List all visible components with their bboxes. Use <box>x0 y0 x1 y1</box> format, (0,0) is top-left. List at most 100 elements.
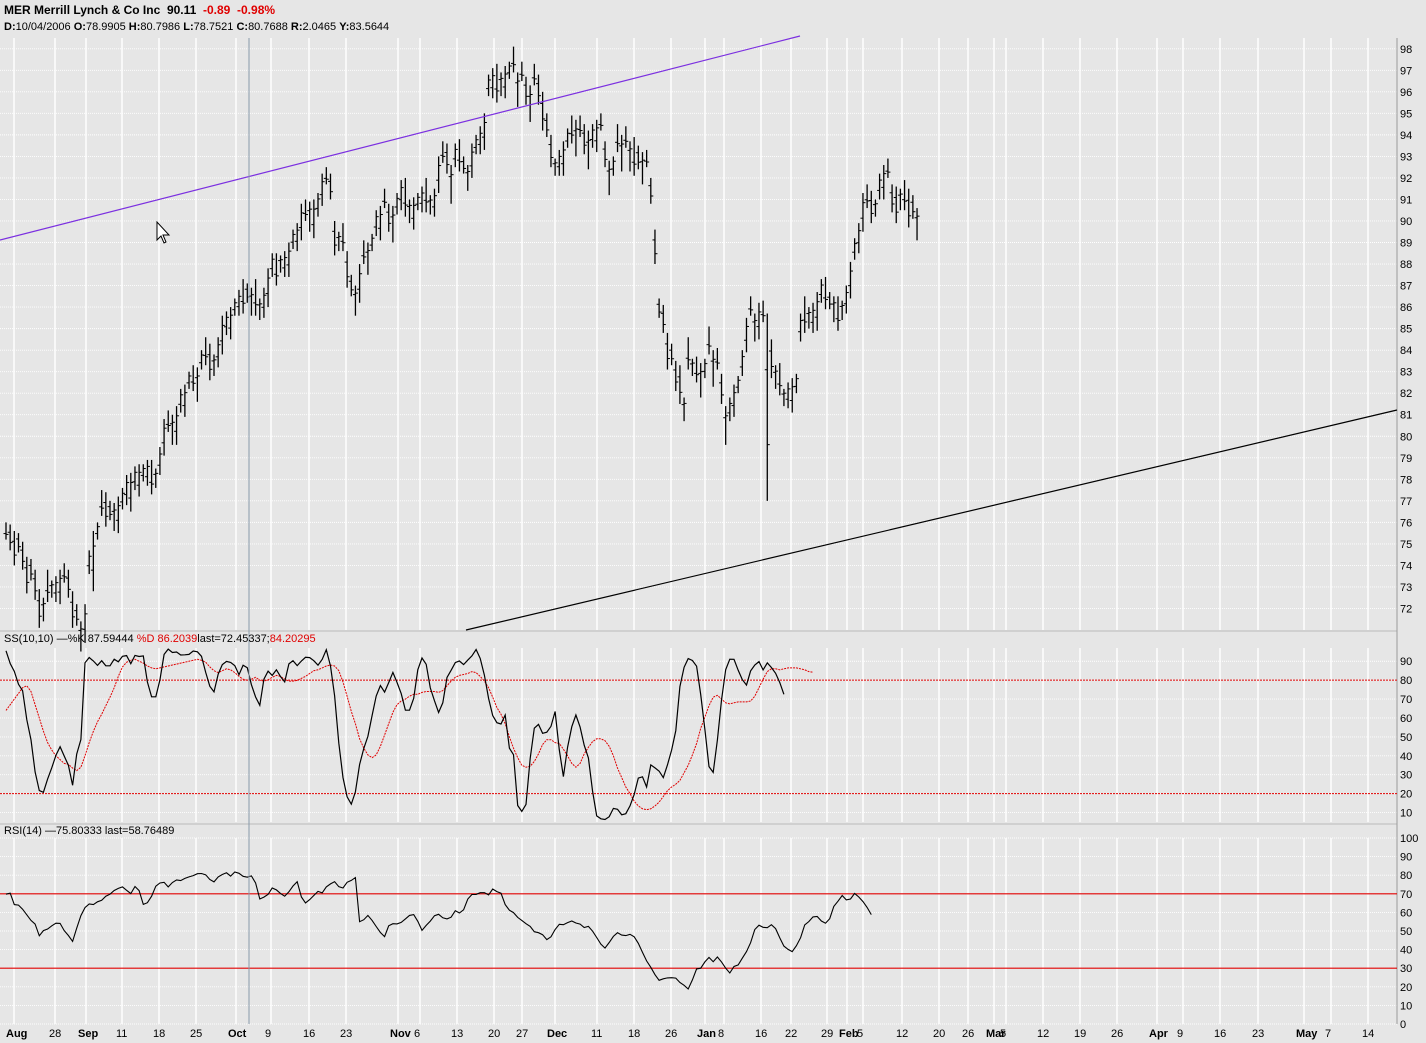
x-axis-label: 22 <box>785 1028 797 1040</box>
price-axis-label: 92 <box>1400 173 1412 185</box>
x-axis-label: 19 <box>1074 1028 1086 1040</box>
low-label: L: <box>183 21 194 33</box>
rsi-axis-label: 80 <box>1400 870 1412 882</box>
x-axis-label: 23 <box>340 1028 352 1040</box>
date-label: D: <box>4 21 16 33</box>
x-axis-label: 16 <box>755 1028 767 1040</box>
price-axis-label: 91 <box>1400 194 1412 206</box>
x-axis-label: 29 <box>821 1028 833 1040</box>
price-axis-label: 77 <box>1400 496 1412 508</box>
price-axis-label: 85 <box>1400 324 1412 336</box>
x-axis-label: 5 <box>857 1028 863 1040</box>
last-d-value: 84.20295 <box>269 633 316 645</box>
price-axis-label: 72 <box>1400 603 1412 615</box>
x-axis-label: 18 <box>628 1028 640 1040</box>
price-axis-label: 86 <box>1400 302 1412 314</box>
x-axis-label: 7 <box>1325 1028 1331 1040</box>
stochastic-legend: SS(10,10) —%K 87.59444 %D 86.2039last=72… <box>4 633 316 645</box>
x-axis-label: Jan <box>697 1028 716 1040</box>
price-axis-label: 87 <box>1400 281 1412 293</box>
price-axis-label: 97 <box>1400 65 1412 77</box>
range-label: R: <box>290 21 303 33</box>
rsi-axis-label: 20 <box>1400 982 1412 994</box>
stochastic-axis-label: 40 <box>1400 751 1412 763</box>
price-axis-label: 95 <box>1400 108 1412 120</box>
price-change: -0.89 <box>202 3 231 17</box>
price-axis-label: 80 <box>1400 431 1412 443</box>
x-axis-label: 12 <box>896 1028 908 1040</box>
rsi-axis-label: 100 <box>1400 833 1418 845</box>
open-label: O: <box>73 21 86 33</box>
x-axis-label: Oct <box>228 1028 247 1040</box>
x-axis-label: 25 <box>190 1028 202 1040</box>
x-axis-label: Feb <box>839 1028 859 1040</box>
x-axis-label: 23 <box>1252 1028 1264 1040</box>
x-axis-label: Nov <box>390 1028 412 1040</box>
stochastic-axis-label: 20 <box>1400 789 1412 801</box>
range-value: 2.0465 <box>302 21 337 33</box>
x-axis-label: 9 <box>265 1028 271 1040</box>
open-value: 78.9905 <box>85 21 126 33</box>
price-axis-label: 96 <box>1400 87 1412 99</box>
x-axis-label: 5 <box>1000 1028 1006 1040</box>
x-axis-label: Sep <box>78 1028 98 1040</box>
x-axis-label: Aug <box>6 1028 27 1040</box>
stochastic-axis-label: 80 <box>1400 675 1412 687</box>
rsi-axis-label: 40 <box>1400 945 1412 957</box>
low-value: 78.7521 <box>193 21 234 33</box>
stochastic-axis-label: 10 <box>1400 808 1412 820</box>
x-axis-label: 11 <box>116 1028 127 1040</box>
price-change-pct: -0.98% <box>237 3 276 17</box>
price-axis-label: 89 <box>1400 238 1412 250</box>
x-axis-label: 6 <box>414 1028 420 1040</box>
x-axis-label: 16 <box>1214 1028 1226 1040</box>
price-axis-label: 82 <box>1400 388 1412 400</box>
x-axis-label: 26 <box>1111 1028 1123 1040</box>
rsi-axis-label: 70 <box>1400 889 1412 901</box>
symbol-label: MER <box>4 3 31 17</box>
rsi-legend: RSI(14) —75.80333 last=58.76489 <box>4 825 174 837</box>
chart-canvas: 7273747576777879808182838485868788899091… <box>0 0 1426 1043</box>
close-label: C: <box>236 21 249 33</box>
price-axis-label: 90 <box>1400 216 1412 228</box>
x-axis-label: 12 <box>1037 1028 1049 1040</box>
stochastic-axis-label: 90 <box>1400 656 1412 668</box>
x-axis-label: 16 <box>303 1028 315 1040</box>
rsi-name: RSI(14) <box>4 825 42 837</box>
rsi-value: —75.80333 last=58.76489 <box>44 825 175 837</box>
stochastic-axis-label: 50 <box>1400 732 1412 744</box>
x-axis-label: May <box>1296 1028 1318 1040</box>
x-axis-label: 14 <box>1362 1028 1374 1040</box>
rsi-axis-label: 0 <box>1400 1019 1406 1031</box>
close-value: 80.7688 <box>248 21 288 33</box>
x-axis-label: 13 <box>451 1028 463 1040</box>
x-axis-label: 27 <box>516 1028 528 1040</box>
date-value: 10/04/2006 <box>15 21 71 33</box>
x-axis-label: 11 <box>591 1028 602 1040</box>
k-value: —%K 87.59444 <box>56 633 134 645</box>
rsi-axis-label: 90 <box>1400 852 1412 864</box>
price-axis-label: 74 <box>1400 560 1412 572</box>
price-axis-label: 93 <box>1400 151 1412 163</box>
rsi-axis-label: 50 <box>1400 926 1412 938</box>
stochastic-axis-label: 60 <box>1400 713 1412 725</box>
price-axis-label: 81 <box>1400 410 1412 422</box>
x-axis-label: 8 <box>718 1028 724 1040</box>
high-value: 80.7986 <box>140 21 181 33</box>
price-axis-label: 76 <box>1400 517 1412 529</box>
x-axis-label: 26 <box>962 1028 974 1040</box>
x-axis-label: 28 <box>49 1028 61 1040</box>
d-value: %D 86.2039 <box>136 633 198 645</box>
x-axis-label: 26 <box>665 1028 677 1040</box>
price-axis-label: 84 <box>1400 345 1412 357</box>
high-label: H: <box>128 21 141 33</box>
price-axis-label: 83 <box>1400 367 1412 379</box>
last-price: 90.11 <box>166 3 197 17</box>
rsi-axis-label: 30 <box>1400 963 1412 975</box>
stochastic-name: SS(10,10) <box>4 633 54 645</box>
price-axis-label: 98 <box>1400 44 1412 56</box>
y-value: 83.5644 <box>349 21 390 33</box>
x-axis-label: 18 <box>153 1028 165 1040</box>
price-axis-label: 75 <box>1400 539 1412 551</box>
price-axis-label: 88 <box>1400 259 1412 271</box>
